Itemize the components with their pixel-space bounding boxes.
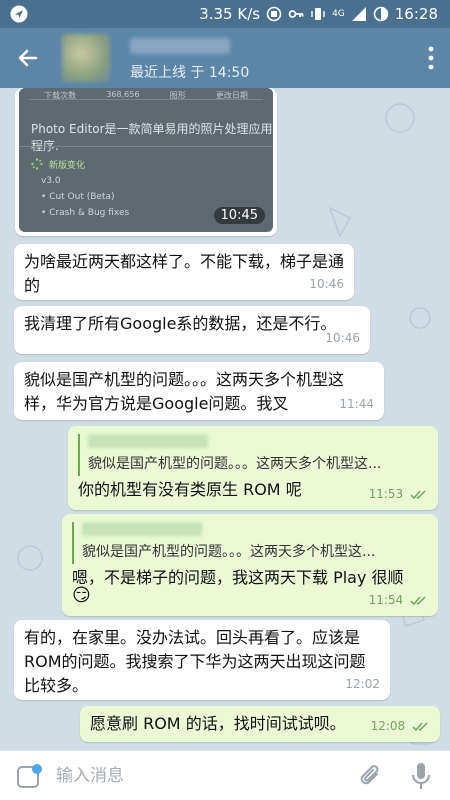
outgoing-message[interactable]: 愿意刷 ROM 的话，找时间试试呗。 12:08 bbox=[80, 706, 440, 742]
navigation-icon bbox=[10, 5, 28, 23]
app-description: Photo Editor是一款简单易用的照片处理应用程序. bbox=[31, 122, 273, 153]
reply-sender-blurred bbox=[88, 434, 208, 448]
clock: 16:28 bbox=[394, 5, 438, 23]
message-time: 10:46 bbox=[325, 331, 360, 345]
message-composer bbox=[0, 750, 450, 800]
contact-name-blurred[interactable] bbox=[130, 38, 230, 54]
message-time: 12:02 bbox=[345, 677, 380, 691]
stat-label: 图形 bbox=[169, 91, 186, 100]
outgoing-message[interactable]: 貌似是国产机型的问题。。。这两天多个机型这... 你的机型有没有类原生 ROM … bbox=[68, 426, 438, 510]
last-seen-status: 最近上线 于 14:50 bbox=[130, 65, 250, 81]
double-check-icon bbox=[412, 721, 428, 731]
attach-paperclip-icon[interactable] bbox=[358, 763, 384, 789]
network-type: 4G bbox=[332, 9, 345, 19]
app-screenshot-image[interactable]: 下载次数 368,656 图形 更改日期 Photo Editor是一款简单易用… bbox=[19, 88, 273, 232]
divider bbox=[19, 146, 273, 147]
reply-sender-blurred bbox=[82, 522, 202, 536]
message-text: 貌似是国产机型的问题。。。这两天多个机型这样，华为官方说是Google问题。我叉 bbox=[24, 370, 345, 413]
message-time: 12:08 bbox=[370, 719, 406, 733]
outgoing-message[interactable]: 貌似是国产机型的问题。。。这两天多个机型这... 嗯，不是梯子的问题，我这两天下… bbox=[62, 514, 438, 616]
message-text: 为啥最近两天都这样了。不能下载，梯子是通的 bbox=[24, 252, 345, 295]
changelog-item: • Cut Out (Beta) bbox=[41, 192, 115, 202]
more-options-icon[interactable] bbox=[426, 44, 436, 72]
image-message[interactable]: 下载次数 368,656 图形 更改日期 Photo Editor是一款简单易用… bbox=[15, 88, 277, 236]
signal-icon bbox=[351, 7, 366, 21]
reply-text: 貌似是国产机型的问题。。。这两天多个机型这... bbox=[88, 456, 382, 472]
app-stats-row: 下载次数 368,656 图形 更改日期 bbox=[29, 90, 263, 100]
contact-avatar[interactable] bbox=[62, 34, 110, 82]
reply-quote[interactable]: 貌似是国产机型的问题。。。这两天多个机型这... bbox=[78, 434, 428, 476]
message-list[interactable]: 下载次数 368,656 图形 更改日期 Photo Editor是一款简单易用… bbox=[0, 88, 450, 750]
double-check-icon bbox=[410, 489, 426, 499]
message-text: 我清理了所有Google系的数据，还是不行。 bbox=[24, 314, 337, 333]
message-time: 10:46 bbox=[309, 277, 344, 291]
message-time: 11:54 bbox=[368, 593, 404, 607]
message-status: 11:54 bbox=[369, 588, 428, 612]
message-time: 10:45 bbox=[213, 207, 265, 224]
incoming-message[interactable]: 我清理了所有Google系的数据，还是不行。 10:46 bbox=[14, 306, 370, 354]
status-bar: 3.35 K/s 4G 16:28 bbox=[0, 0, 450, 28]
message-status: 12:08 bbox=[371, 714, 430, 738]
stat-value: 368,656 bbox=[106, 90, 140, 99]
reply-text: 貌似是国产机型的问题。。。这两天多个机型这... bbox=[82, 544, 376, 560]
stat-label: 更改日期 bbox=[215, 91, 248, 100]
message-time: 11:53 bbox=[368, 487, 404, 501]
double-check-icon bbox=[410, 595, 426, 605]
changelog-item: • Crash & Bug fixes bbox=[41, 208, 130, 218]
message-input[interactable] bbox=[56, 761, 336, 791]
message-time: 11:44 bbox=[339, 397, 374, 411]
stat-label: 下载次数 bbox=[44, 91, 77, 100]
loading-spinner-icon bbox=[31, 158, 43, 170]
version-text: v3.0 bbox=[41, 176, 61, 186]
chat-header: 最近上线 于 14:50 bbox=[0, 28, 450, 88]
whats-new-label: 新版变化 bbox=[49, 161, 86, 171]
back-arrow-icon[interactable] bbox=[14, 44, 42, 72]
reply-quote[interactable]: 貌似是国产机型的问题。。。这两天多个机型这... bbox=[72, 522, 428, 564]
network-speed: 3.35 K/s bbox=[199, 5, 261, 23]
key-icon bbox=[288, 10, 304, 18]
battery-icon bbox=[373, 6, 389, 22]
data-saver-icon bbox=[266, 6, 282, 22]
message-text: 有的，在家里。没办法试。回头再看了。应该是ROM的问题。我搜索了下华为这两天出现… bbox=[24, 628, 366, 695]
message-status: 11:53 bbox=[369, 482, 428, 506]
incoming-message[interactable]: 貌似是国产机型的问题。。。这两天多个机型这样，华为官方说是Google问题。我叉… bbox=[14, 362, 384, 420]
incoming-message[interactable]: 为啥最近两天都这样了。不能下载，梯子是通的 10:46 bbox=[14, 244, 354, 300]
emoji-icon[interactable] bbox=[16, 763, 42, 789]
incoming-message[interactable]: 有的，在家里。没办法试。回头再看了。应该是ROM的问题。我搜索了下华为这两天出现… bbox=[14, 620, 390, 700]
smirk-emoji-icon: 😏 bbox=[72, 585, 91, 606]
message-text: 嗯，不是梯子的问题，我这两天下载 Play 很顺 bbox=[72, 568, 404, 587]
vibrate-icon bbox=[311, 8, 325, 20]
microphone-icon[interactable] bbox=[410, 761, 432, 791]
